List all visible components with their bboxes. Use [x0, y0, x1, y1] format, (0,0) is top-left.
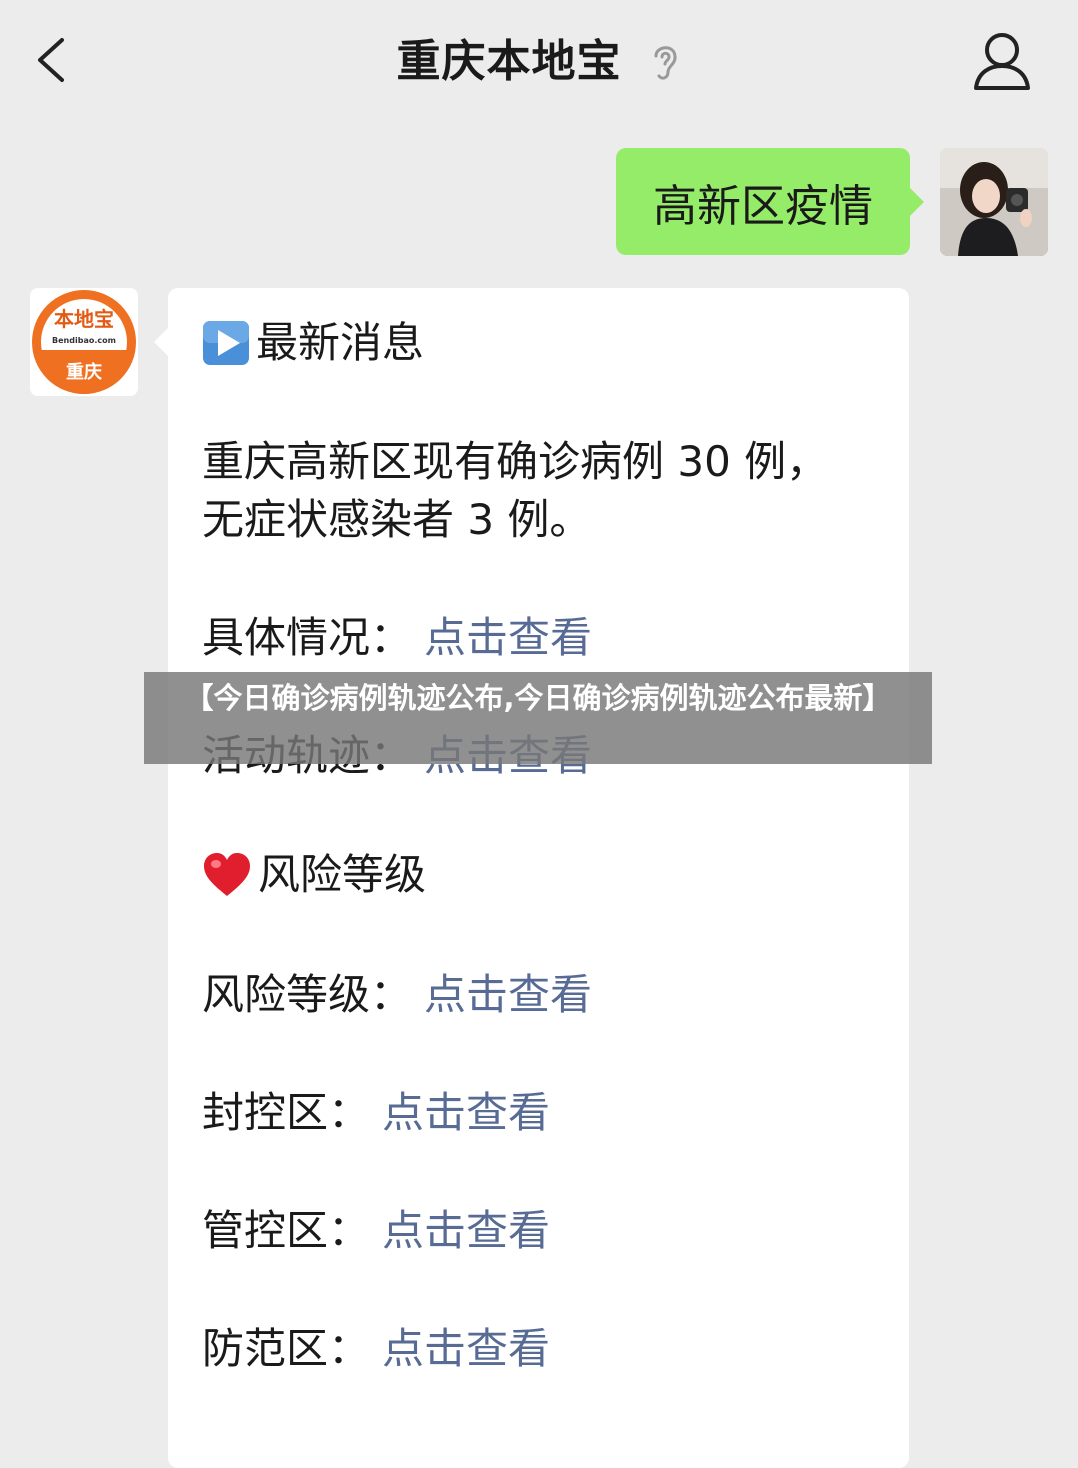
page-title: 重庆本地宝	[396, 36, 622, 87]
prevention-area-link[interactable]: 点击查看	[382, 1324, 550, 1373]
logo-city-text: 重庆	[66, 362, 102, 383]
risk-title: 风险等级	[258, 850, 427, 899]
summary-line-1: 重庆高新区现有确诊病例 30 例，	[202, 437, 829, 486]
controlled-area-row: 管控区： 点击查看	[202, 1202, 550, 1260]
sealed-area-link[interactable]: 点击查看	[382, 1088, 550, 1137]
risk-row: 风险等级： 点击查看	[202, 966, 592, 1024]
outgoing-message-row: 高新区疫情	[616, 148, 1048, 256]
logo-domain-text: Bendibao.com	[52, 336, 116, 345]
chat-header: 重庆本地宝	[0, 0, 1078, 120]
latest-news-heading: 最新消息	[202, 314, 424, 372]
details-label: 具体情况：	[202, 613, 413, 662]
bendibao-avatar[interactable]: 本地宝 Bendibao.com 重庆	[30, 288, 138, 396]
sealed-area-row: 封控区： 点击查看	[202, 1084, 550, 1142]
chat-title-area: 重庆本地宝	[0, 30, 1078, 94]
outgoing-message-bubble[interactable]: 高新区疫情	[616, 148, 924, 255]
summary-line-2: 无症状感染者 3 例。	[202, 495, 592, 544]
ear-icon[interactable]	[648, 40, 682, 84]
headline-overlay-banner: 【今日确诊病例轨迹公布,今日确诊病例轨迹公布最新】	[144, 672, 932, 764]
sealed-area-label: 封控区：	[202, 1088, 371, 1137]
details-row: 具体情况： 点击查看	[202, 609, 592, 667]
controlled-area-link[interactable]: 点击查看	[382, 1206, 550, 1255]
risk-link[interactable]: 点击查看	[424, 970, 592, 1019]
details-link[interactable]: 点击查看	[424, 613, 592, 662]
controlled-area-label: 管控区：	[202, 1206, 371, 1255]
logo-main-text: 本地宝	[54, 307, 114, 331]
bendibao-logo: 本地宝 Bendibao.com 重庆	[32, 290, 136, 394]
incoming-message-bubble: 最新消息 重庆高新区现有确诊病例 30 例， 无症状感染者 3 例。 具体情况：…	[154, 288, 909, 1468]
risk-heading: 风险等级	[202, 846, 426, 904]
outgoing-message-text: 高新区疫情	[653, 180, 873, 232]
headline-overlay-text: 【今日确诊病例轨迹公布,今日确诊病例轨迹公布最新】	[184, 681, 892, 715]
prevention-area-label: 防范区：	[202, 1324, 371, 1373]
person-icon	[974, 33, 1030, 90]
prevention-area-row: 防范区： 点击查看	[202, 1320, 550, 1378]
play-button-icon	[203, 321, 249, 365]
profile-button[interactable]	[966, 28, 1038, 96]
latest-news-title: 最新消息	[256, 318, 425, 367]
user-photo	[940, 148, 1048, 256]
risk-label: 风险等级：	[202, 970, 413, 1019]
user-avatar[interactable]	[940, 148, 1048, 256]
heart-icon	[204, 853, 250, 896]
